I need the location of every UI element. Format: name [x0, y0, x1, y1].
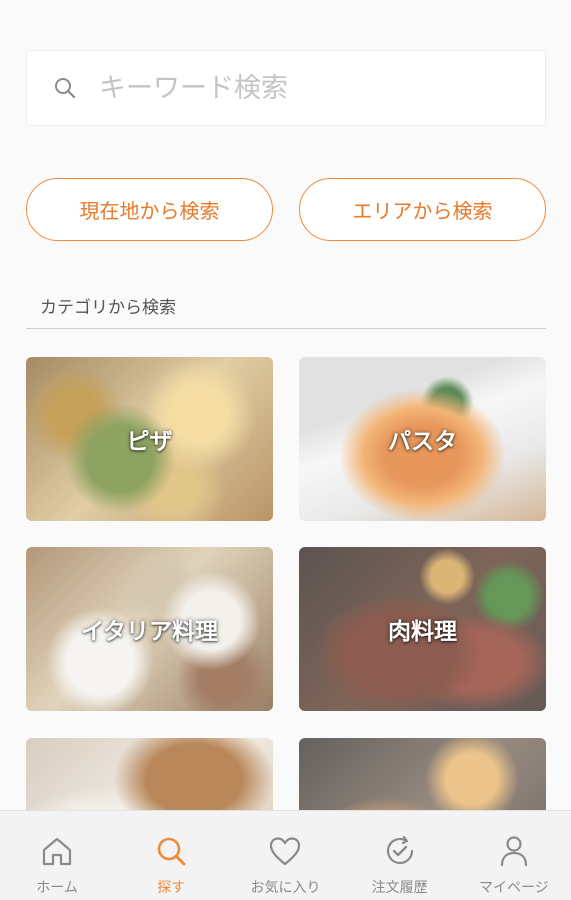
category-label: 肉料理 — [388, 619, 457, 645]
tab-label: ホーム — [36, 880, 78, 896]
user-icon — [496, 833, 532, 873]
search-icon — [153, 833, 189, 873]
category-card-meat[interactable]: 肉料理 — [299, 547, 546, 711]
category-card-pasta[interactable]: パスタ — [299, 357, 546, 521]
heart-icon — [267, 833, 303, 873]
tab-home[interactable]: ホーム — [0, 811, 114, 897]
history-icon — [382, 833, 418, 873]
tab-order-history[interactable]: 注文履歴 — [343, 811, 457, 897]
tab-label: 探す — [157, 880, 186, 896]
search-by-current-location-button[interactable]: 現在地から検索 — [26, 178, 273, 241]
tab-search[interactable]: 探す — [114, 811, 228, 897]
tab-favorites[interactable]: お気に入り — [228, 811, 342, 897]
tab-label: マイページ — [478, 880, 549, 896]
category-card-pizza[interactable]: ピザ — [26, 357, 273, 521]
section-title: カテゴリから検索 — [40, 298, 176, 318]
search-input[interactable] — [99, 51, 545, 125]
category-label: ピザ — [126, 429, 173, 455]
search-icon — [53, 76, 77, 100]
search-by-area-button[interactable]: エリアから検索 — [299, 178, 546, 241]
bottom-tab-bar: ホーム 探す お気に入り 注文履歴 マイページ — [0, 810, 571, 900]
category-label: パスタ — [388, 429, 457, 455]
category-card-italian[interactable]: イタリア料理 — [26, 547, 273, 711]
category-label: イタリア料理 — [80, 619, 219, 645]
divider — [26, 328, 546, 329]
home-icon — [39, 833, 75, 873]
tab-label: お気に入り — [250, 880, 321, 896]
tab-my-page[interactable]: マイページ — [457, 811, 571, 897]
tab-label: 注文履歴 — [371, 880, 428, 896]
search-box[interactable] — [26, 50, 546, 126]
